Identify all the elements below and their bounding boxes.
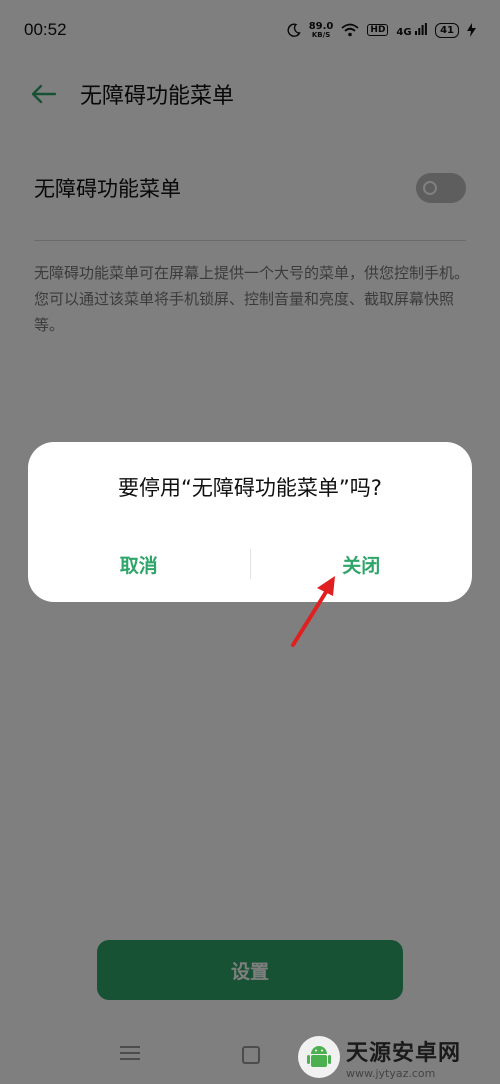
dialog-title: 要停用“无障碍功能菜单”吗?: [118, 476, 382, 500]
site-watermark: 天源安卓网 www.jytyaz.com: [298, 1034, 498, 1080]
red-pointer-arrow-icon: [291, 576, 335, 647]
watermark-cn: 天源安卓网: [346, 1040, 462, 1066]
android-logo-icon: [298, 1036, 340, 1078]
close-button[interactable]: 关闭: [251, 542, 473, 586]
watermark-url: www.jytyaz.com: [346, 1066, 436, 1080]
dialog-actions: 取消 关闭: [28, 542, 472, 586]
cancel-button[interactable]: 取消: [28, 542, 250, 586]
disable-confirm-dialog: 要停用“无障碍功能菜单”吗? 取消 关闭: [28, 442, 472, 602]
watermark-text: 天源安卓网 www.jytyaz.com: [346, 1035, 461, 1080]
